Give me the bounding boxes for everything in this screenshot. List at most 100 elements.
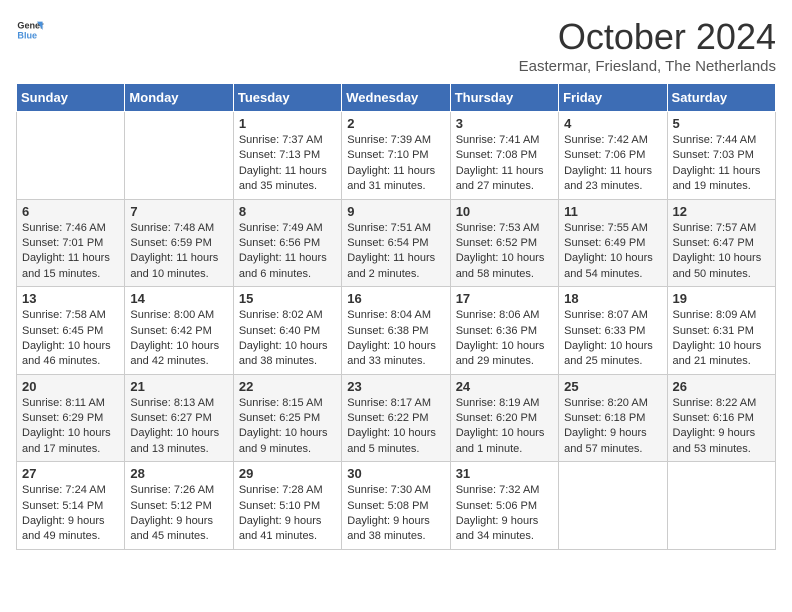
page-header: General Blue October 2024 Eastermar, Fri… [16, 16, 776, 75]
calendar-cell: 15 Sunrise: 8:02 AMSunset: 6:40 PMDayligh… [233, 287, 341, 375]
day-number: 28 [130, 466, 227, 481]
calendar-cell: 27Sunrise: 7:24 AMSunset: 5:14 PMDayligh… [17, 462, 125, 550]
day-info: Sunrise: 8:04 AMSunset: 6:38 PMDaylight:… [347, 308, 444, 370]
day-number: 16 [347, 291, 444, 306]
day-number: 15 [239, 291, 336, 306]
day-info: Sunrise: 8:02 AMSunset: 6:40 PMDaylight:… [239, 308, 336, 370]
weekday-header-row: SundayMondayTuesdayWednesdayThursdayFrid… [17, 84, 776, 112]
calendar-cell: 10 Sunrise: 7:53 AMSunset: 6:52 PMDayligh… [450, 199, 558, 287]
day-info: Sunrise: 8:17 AMSunset: 6:22 PMDaylight:… [347, 396, 444, 458]
day-info: Sunrise: 8:09 AMSunset: 6:31 PMDaylight:… [673, 308, 770, 370]
day-info: Sunrise: 7:58 AMSunset: 6:45 PMDaylight:… [22, 308, 119, 370]
calendar-cell: 2Sunrise: 7:39 AMSunset: 7:10 PMDaylight… [342, 112, 450, 200]
weekday-header: Wednesday [342, 84, 450, 112]
calendar-cell: 19 Sunrise: 8:09 AMSunset: 6:31 PMDayligh… [667, 287, 775, 375]
day-number: 27 [22, 466, 119, 481]
day-info: Sunrise: 7:51 AMSunset: 6:54 PMDaylight:… [347, 221, 444, 283]
day-info: Sunrise: 7:49 AMSunset: 6:56 PMDaylight:… [239, 221, 336, 283]
calendar-cell: 7 Sunrise: 7:48 AMSunset: 6:59 PMDaylight… [125, 199, 233, 287]
title-block: October 2024 Eastermar, Friesland, The N… [519, 16, 776, 75]
day-number: 8 [239, 204, 336, 219]
calendar-cell: 28Sunrise: 7:26 AMSunset: 5:12 PMDayligh… [125, 462, 233, 550]
day-info: Sunrise: 8:00 AMSunset: 6:42 PMDaylight:… [130, 308, 227, 370]
day-number: 26 [673, 379, 770, 394]
day-info: Sunrise: 7:32 AMSunset: 5:06 PMDaylight:… [456, 483, 553, 545]
calendar-cell: 26Sunrise: 8:22 AMSunset: 6:16 PMDayligh… [667, 374, 775, 462]
day-number: 29 [239, 466, 336, 481]
day-info: Sunrise: 7:42 AMSunset: 7:06 PMDaylight:… [564, 133, 661, 195]
day-number: 20 [22, 379, 119, 394]
day-info: Sunrise: 7:41 AMSunset: 7:08 PMDaylight:… [456, 133, 553, 195]
day-info: Sunrise: 8:19 AMSunset: 6:20 PMDaylight:… [456, 396, 553, 458]
day-number: 1 [239, 116, 336, 131]
day-number: 13 [22, 291, 119, 306]
logo: General Blue [16, 16, 44, 44]
calendar-week-row: 20 Sunrise: 8:11 AMSunset: 6:29 PMDayligh… [17, 374, 776, 462]
logo-icon: General Blue [16, 16, 44, 44]
day-number: 21 [130, 379, 227, 394]
calendar-cell: 25 Sunrise: 8:20 AMSunset: 6:18 PMDayligh… [559, 374, 667, 462]
weekday-header: Sunday [17, 84, 125, 112]
day-number: 19 [673, 291, 770, 306]
calendar-cell: 18 Sunrise: 8:07 AMSunset: 6:33 PMDayligh… [559, 287, 667, 375]
calendar-cell [125, 112, 233, 200]
day-number: 6 [22, 204, 119, 219]
calendar-week-row: 6Sunrise: 7:46 AMSunset: 7:01 PMDaylight… [17, 199, 776, 287]
day-info: Sunrise: 7:30 AMSunset: 5:08 PMDaylight:… [347, 483, 444, 545]
day-number: 31 [456, 466, 553, 481]
day-number: 22 [239, 379, 336, 394]
day-number: 18 [564, 291, 661, 306]
calendar-week-row: 27Sunrise: 7:24 AMSunset: 5:14 PMDayligh… [17, 462, 776, 550]
day-number: 25 [564, 379, 661, 394]
day-number: 14 [130, 291, 227, 306]
calendar-cell: 16 Sunrise: 8:04 AMSunset: 6:38 PMDayligh… [342, 287, 450, 375]
calendar-cell: 31 Sunrise: 7:32 AMSunset: 5:06 PMDayligh… [450, 462, 558, 550]
calendar-cell: 24 Sunrise: 8:19 AMSunset: 6:20 PMDayligh… [450, 374, 558, 462]
calendar-cell: 8 Sunrise: 7:49 AMSunset: 6:56 PMDaylight… [233, 199, 341, 287]
weekday-header: Friday [559, 84, 667, 112]
day-info: Sunrise: 7:37 AMSunset: 7:13 PMDaylight:… [239, 133, 336, 195]
day-number: 9 [347, 204, 444, 219]
day-info: Sunrise: 8:13 AMSunset: 6:27 PMDaylight:… [130, 396, 227, 458]
calendar-cell: 17Sunrise: 8:06 AMSunset: 6:36 PMDayligh… [450, 287, 558, 375]
calendar-cell: 22Sunrise: 8:15 AMSunset: 6:25 PMDayligh… [233, 374, 341, 462]
calendar-cell [667, 462, 775, 550]
weekday-header: Tuesday [233, 84, 341, 112]
day-number: 10 [456, 204, 553, 219]
svg-text:Blue: Blue [17, 30, 37, 40]
day-number: 23 [347, 379, 444, 394]
calendar-cell: 30 Sunrise: 7:30 AMSunset: 5:08 PMDayligh… [342, 462, 450, 550]
calendar-cell: 11 Sunrise: 7:55 AMSunset: 6:49 PMDayligh… [559, 199, 667, 287]
weekday-header: Monday [125, 84, 233, 112]
calendar-cell: 21 Sunrise: 8:13 AMSunset: 6:27 PMDayligh… [125, 374, 233, 462]
day-number: 24 [456, 379, 553, 394]
weekday-header: Saturday [667, 84, 775, 112]
calendar-cell: 13 Sunrise: 7:58 AMSunset: 6:45 PMDayligh… [17, 287, 125, 375]
day-info: Sunrise: 8:11 AMSunset: 6:29 PMDaylight:… [22, 396, 119, 458]
calendar-cell: 14 Sunrise: 8:00 AMSunset: 6:42 PMDayligh… [125, 287, 233, 375]
day-info: Sunrise: 8:20 AMSunset: 6:18 PMDaylight:… [564, 396, 661, 458]
day-number: 12 [673, 204, 770, 219]
calendar-cell: 9 Sunrise: 7:51 AMSunset: 6:54 PMDaylight… [342, 199, 450, 287]
calendar-cell: 3 Sunrise: 7:41 AMSunset: 7:08 PMDaylight… [450, 112, 558, 200]
day-number: 4 [564, 116, 661, 131]
calendar-cell [17, 112, 125, 200]
day-info: Sunrise: 8:07 AMSunset: 6:33 PMDaylight:… [564, 308, 661, 370]
calendar-cell [559, 462, 667, 550]
day-info: Sunrise: 7:48 AMSunset: 6:59 PMDaylight:… [130, 221, 227, 283]
day-number: 11 [564, 204, 661, 219]
day-number: 30 [347, 466, 444, 481]
calendar-table: SundayMondayTuesdayWednesdayThursdayFrid… [16, 83, 776, 550]
day-number: 3 [456, 116, 553, 131]
calendar-cell: 12Sunrise: 7:57 AMSunset: 6:47 PMDayligh… [667, 199, 775, 287]
day-info: Sunrise: 7:55 AMSunset: 6:49 PMDaylight:… [564, 221, 661, 283]
day-info: Sunrise: 7:53 AMSunset: 6:52 PMDaylight:… [456, 221, 553, 283]
calendar-cell: 1 Sunrise: 7:37 AMSunset: 7:13 PMDaylight… [233, 112, 341, 200]
day-info: Sunrise: 7:39 AMSunset: 7:10 PMDaylight:… [347, 133, 444, 195]
day-number: 7 [130, 204, 227, 219]
day-info: Sunrise: 7:44 AMSunset: 7:03 PMDaylight:… [673, 133, 770, 195]
weekday-header: Thursday [450, 84, 558, 112]
calendar-cell: 4 Sunrise: 7:42 AMSunset: 7:06 PMDaylight… [559, 112, 667, 200]
calendar-week-row: 1 Sunrise: 7:37 AMSunset: 7:13 PMDaylight… [17, 112, 776, 200]
calendar-cell: 6Sunrise: 7:46 AMSunset: 7:01 PMDaylight… [17, 199, 125, 287]
